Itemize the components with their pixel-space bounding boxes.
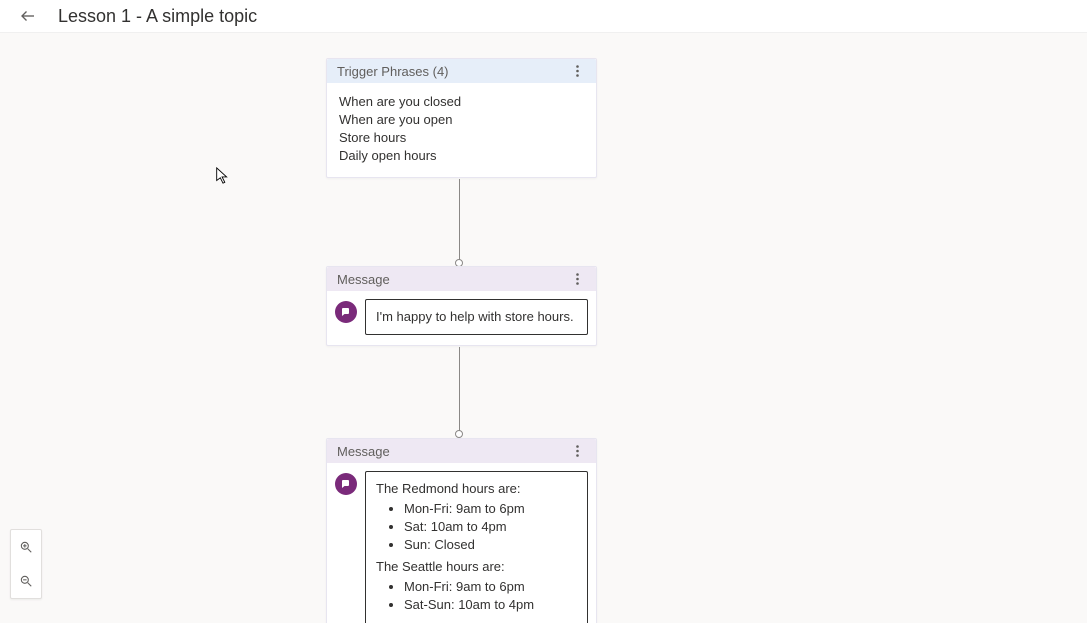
zoom-controls bbox=[10, 529, 42, 599]
message-text: I'm happy to help with store hours. bbox=[376, 308, 577, 326]
more-vertical-icon bbox=[576, 273, 579, 285]
zoom-in-icon bbox=[19, 540, 33, 554]
canvas[interactable]: Trigger Phrases (4) When are you closed … bbox=[0, 33, 1087, 623]
trigger-phrase: Daily open hours bbox=[339, 147, 584, 165]
trigger-phrase: When are you open bbox=[339, 111, 584, 129]
node-more-button[interactable] bbox=[568, 270, 586, 288]
message-node[interactable]: Message I'm happy to help with store hou… bbox=[326, 266, 597, 346]
node-header: Message bbox=[327, 439, 596, 463]
trigger-phrases-list[interactable]: When are you closed When are you open St… bbox=[327, 83, 596, 177]
message-bullet: Sat: 10am to 4pm bbox=[404, 518, 577, 536]
node-title: Message bbox=[337, 272, 390, 287]
top-bar: Lesson 1 - A simple topic bbox=[0, 0, 1087, 33]
message-bullet: Sun: Closed bbox=[404, 536, 577, 554]
connector-port[interactable] bbox=[455, 430, 463, 438]
message-bullet: Sat-Sun: 10am to 4pm bbox=[404, 596, 577, 614]
node-more-button[interactable] bbox=[568, 62, 586, 80]
mouse-cursor bbox=[215, 167, 231, 185]
node-title: Trigger Phrases (4) bbox=[337, 64, 449, 79]
message-body: I'm happy to help with store hours. bbox=[327, 291, 596, 345]
bot-icon bbox=[340, 306, 352, 318]
trigger-phrase: Store hours bbox=[339, 129, 584, 147]
back-arrow-icon bbox=[19, 7, 37, 25]
node-more-button[interactable] bbox=[568, 442, 586, 460]
zoom-in-button[interactable] bbox=[11, 530, 41, 564]
trigger-phrases-node[interactable]: Trigger Phrases (4) When are you closed … bbox=[326, 58, 597, 178]
node-header: Trigger Phrases (4) bbox=[327, 59, 596, 83]
node-header: Message bbox=[327, 267, 596, 291]
zoom-out-button[interactable] bbox=[11, 564, 41, 598]
connector bbox=[459, 179, 460, 263]
message-bullets: Mon-Fri: 9am to 6pm Sat-Sun: 10am to 4pm bbox=[376, 578, 577, 614]
message-body: The Redmond hours are: Mon-Fri: 9am to 6… bbox=[327, 463, 596, 623]
bot-icon bbox=[340, 478, 352, 490]
page-title: Lesson 1 - A simple topic bbox=[58, 6, 257, 27]
zoom-out-icon bbox=[19, 574, 33, 588]
more-vertical-icon bbox=[576, 445, 579, 457]
bot-avatar bbox=[335, 301, 357, 323]
more-vertical-icon bbox=[576, 65, 579, 77]
back-button[interactable] bbox=[16, 4, 40, 28]
message-text: The Redmond hours are: bbox=[376, 480, 577, 498]
message-input[interactable]: The Redmond hours are: Mon-Fri: 9am to 6… bbox=[365, 471, 588, 623]
message-bullets: Mon-Fri: 9am to 6pm Sat: 10am to 4pm Sun… bbox=[376, 500, 577, 554]
message-text: The Seattle hours are: bbox=[376, 558, 577, 576]
message-bullet: Mon-Fri: 9am to 6pm bbox=[404, 578, 577, 596]
connector bbox=[459, 347, 460, 435]
message-node[interactable]: Message The Redmond hours are: Mon-Fri: … bbox=[326, 438, 597, 623]
bot-avatar bbox=[335, 473, 357, 495]
message-input[interactable]: I'm happy to help with store hours. bbox=[365, 299, 588, 335]
trigger-phrase: When are you closed bbox=[339, 93, 584, 111]
message-bullet: Mon-Fri: 9am to 6pm bbox=[404, 500, 577, 518]
node-title: Message bbox=[337, 444, 390, 459]
